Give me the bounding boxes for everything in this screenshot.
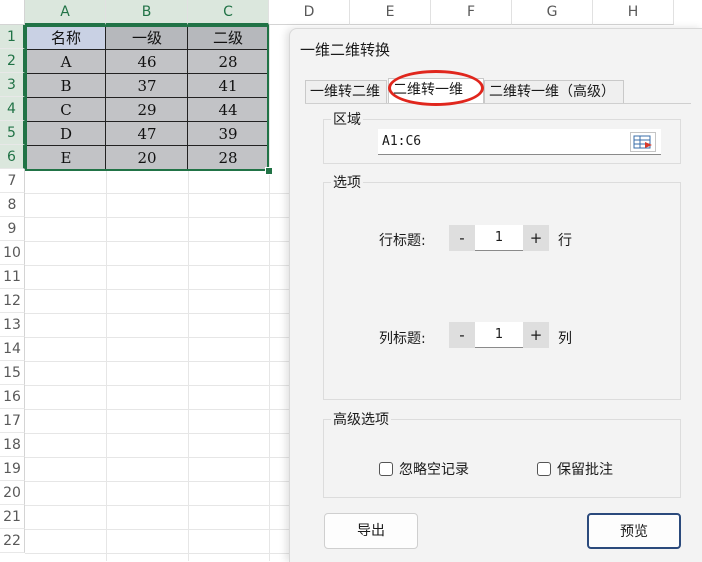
select-all-corner[interactable] <box>0 0 25 25</box>
row-header-16[interactable]: 16 <box>0 385 25 409</box>
advanced-options-label: 高级选项 <box>331 409 391 429</box>
column-header-f[interactable]: F <box>431 0 512 25</box>
row-title-increment-button[interactable]: + <box>523 225 549 251</box>
column-header-d[interactable]: D <box>269 0 350 25</box>
row-header-5[interactable]: 5 <box>0 121 25 145</box>
column-header-c[interactable]: C <box>188 0 269 25</box>
row-header-19[interactable]: 19 <box>0 457 25 481</box>
row-header-9[interactable]: 9 <box>0 217 25 241</box>
row-title-decrement-button[interactable]: - <box>449 225 475 251</box>
row-header-17[interactable]: 17 <box>0 409 25 433</box>
row-header-7[interactable]: 7 <box>0 169 25 193</box>
column-header-e[interactable]: E <box>350 0 431 25</box>
dialog-title: 一维二维转换 <box>300 41 391 59</box>
tab-1d-to-2d[interactable]: 一维转二维 <box>305 80 387 103</box>
ignore-empty-label[interactable]: 忽略空记录 <box>399 459 469 479</box>
row-header-1[interactable]: 1 <box>0 25 25 49</box>
row-title-label: 行标题: <box>379 233 426 249</box>
row-header-3[interactable]: 3 <box>0 73 25 97</box>
row-header-20[interactable]: 20 <box>0 481 25 505</box>
col-title-increment-button[interactable]: + <box>523 322 549 348</box>
row-header-10[interactable]: 10 <box>0 241 25 265</box>
column-header-a[interactable]: A <box>25 0 106 25</box>
row-header-11[interactable]: 11 <box>0 265 25 289</box>
row-header-2[interactable]: 2 <box>0 49 25 73</box>
keep-comments-checkbox[interactable] <box>537 462 551 476</box>
options-group <box>323 182 681 400</box>
export-button[interactable]: 导出 <box>324 513 418 549</box>
row-header-14[interactable]: 14 <box>0 337 25 361</box>
row-header-8[interactable]: 8 <box>0 193 25 217</box>
column-header-g[interactable]: G <box>512 0 593 25</box>
preview-button[interactable]: 预览 <box>587 513 681 549</box>
range-select-button[interactable] <box>630 132 656 152</box>
row-header-22[interactable]: 22 <box>0 529 25 553</box>
column-header-h[interactable]: H <box>593 0 674 25</box>
row-unit-label: 行 <box>558 233 572 249</box>
row-header-18[interactable]: 18 <box>0 433 25 457</box>
keep-comments-label[interactable]: 保留批注 <box>557 459 613 479</box>
tab-2d-to-1d-advanced[interactable]: 二维转一维（高级） <box>484 80 624 103</box>
row-header-21[interactable]: 21 <box>0 505 25 529</box>
options-group-label: 选项 <box>331 172 363 192</box>
row-title-value-field[interactable]: 1 <box>475 225 523 251</box>
row-header-15[interactable]: 15 <box>0 361 25 385</box>
col-title-label: 列标题: <box>379 331 426 347</box>
row-header-6[interactable]: 6 <box>0 145 25 169</box>
col-unit-label: 列 <box>558 331 572 347</box>
selection-range <box>25 25 269 171</box>
tab-divider <box>305 103 691 104</box>
range-input[interactable]: A1:C6 <box>378 129 661 155</box>
row-header-13[interactable]: 13 <box>0 313 25 337</box>
row-header-4[interactable]: 4 <box>0 97 25 121</box>
fill-handle[interactable] <box>265 167 273 175</box>
column-header-b[interactable]: B <box>106 0 188 25</box>
col-title-value-field[interactable]: 1 <box>475 322 523 348</box>
range-picker-icon <box>633 135 652 149</box>
col-title-decrement-button[interactable]: - <box>449 322 475 348</box>
tab-2d-to-1d[interactable]: 二维转一维 <box>388 78 484 103</box>
range-group-label: 区域 <box>331 109 363 129</box>
row-header-12[interactable]: 12 <box>0 289 25 313</box>
ignore-empty-checkbox[interactable] <box>379 462 393 476</box>
advanced-options-group <box>323 419 681 498</box>
